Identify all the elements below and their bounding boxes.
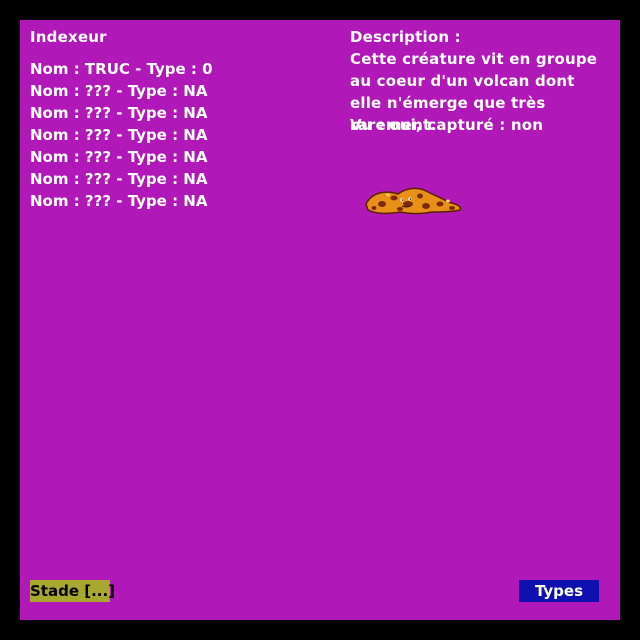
lava-creature-icon [365,187,462,215]
creature-index-list: Nom : TRUC - Type : 0 Nom : ??? - Type :… [30,58,213,212]
index-entry[interactable]: Nom : ??? - Type : NA [30,146,213,168]
index-entry[interactable]: Nom : ??? - Type : NA [30,102,213,124]
index-entry[interactable]: Nom : ??? - Type : NA [30,190,213,212]
stade-button[interactable]: Stade [...] [30,580,115,602]
index-title: Indexeur [30,28,107,46]
types-button[interactable]: Types [519,580,599,602]
index-entry[interactable]: Nom : TRUC - Type : 0 [30,58,213,80]
description-title: Description : [350,28,461,46]
index-entry[interactable]: Nom : ??? - Type : NA [30,168,213,190]
bestiary-panel: Indexeur Nom : TRUC - Type : 0 Nom : ???… [20,20,620,620]
index-entry[interactable]: Nom : ??? - Type : NA [30,80,213,102]
seen-captured-status: Vu : oui, capturé : non [350,116,544,134]
index-entry[interactable]: Nom : ??? - Type : NA [30,124,213,146]
